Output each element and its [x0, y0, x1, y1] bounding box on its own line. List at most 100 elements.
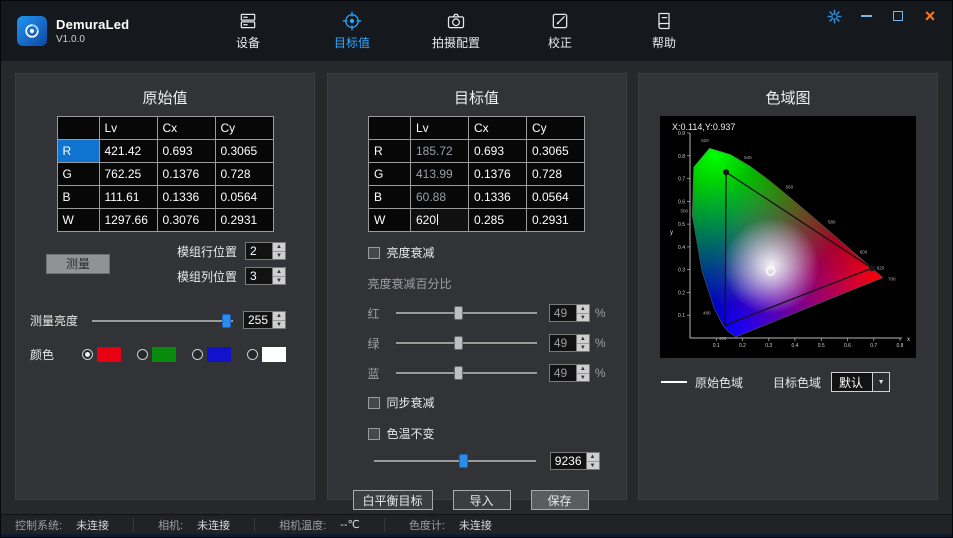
measure-brightness-spinner[interactable]: 255▲▼ [243, 311, 286, 329]
channel-blue-decay-spinner[interactable]: 49▲▼ [549, 364, 590, 382]
slider-handle[interactable] [459, 454, 468, 468]
cell-G-Lv[interactable]: 413.99 [411, 163, 469, 186]
spin-up-icon[interactable]: ▲ [273, 268, 285, 276]
cell-B-Cx[interactable]: 0.1336 [157, 186, 215, 209]
spin-up-icon[interactable]: ▲ [577, 335, 589, 343]
color-option-blue[interactable] [192, 347, 231, 362]
svg-text:0.5: 0.5 [818, 343, 825, 349]
row-header-G[interactable]: G [57, 163, 99, 186]
svg-text:0.3: 0.3 [678, 268, 685, 274]
row-header-G[interactable]: G [369, 163, 411, 186]
spin-down-icon[interactable]: ▼ [577, 343, 589, 352]
cell-G-Cx[interactable]: 0.1376 [469, 163, 527, 186]
cell-B-Cy[interactable]: 0.0564 [215, 186, 273, 209]
measure-button[interactable]: 测量 [46, 254, 110, 274]
cell-W-Lv[interactable]: 620 [411, 209, 469, 232]
row-header-W[interactable]: W [57, 209, 99, 232]
cell-G-Cx[interactable]: 0.1376 [157, 163, 215, 186]
cell-R-Lv[interactable]: 185.72 [411, 140, 469, 163]
cell-B-Cx[interactable]: 0.1336 [469, 186, 527, 209]
cell-W-Cy[interactable]: 0.2931 [527, 209, 585, 232]
cell-W-Cx[interactable]: 0.285 [469, 209, 527, 232]
nav-item-help[interactable]: 帮助 [640, 11, 688, 51]
svg-text:540: 540 [744, 155, 752, 160]
column-header-Cx: Cx [157, 117, 215, 140]
app-version: V1.0.0 [56, 34, 129, 45]
slider-handle[interactable] [454, 366, 463, 380]
color-option-red[interactable] [82, 347, 121, 362]
module-col-spinner[interactable]: 3▲▼ [245, 267, 286, 285]
spin-up-icon[interactable]: ▲ [273, 243, 285, 251]
row-header-W[interactable]: W [369, 209, 411, 232]
cct-spinner[interactable]: 9236▲▼ [550, 452, 600, 470]
slider-handle[interactable] [454, 306, 463, 320]
radio-red[interactable] [82, 349, 93, 360]
spin-down-icon[interactable]: ▼ [577, 313, 589, 322]
titlebar: DemuraLed V1.0.0 设备目标值拍摄配置校正帮助 × [1, 1, 952, 61]
cell-R-Cy[interactable]: 0.3065 [215, 140, 273, 163]
save-button[interactable]: 保存 [531, 490, 589, 510]
channel-green-decay-spinner[interactable]: 49▲▼ [549, 334, 590, 352]
nav-item-target-value[interactable]: 目标值 [328, 11, 376, 51]
cell-G-Cy[interactable]: 0.728 [215, 163, 273, 186]
status-item-1: 相机:未连接 [134, 518, 255, 532]
row-header-B[interactable]: B [369, 186, 411, 209]
white-balance-target-button[interactable]: 白平衡目标 [353, 490, 433, 510]
channel-red-decay-spinner[interactable]: 49▲▼ [549, 304, 590, 322]
spin-down-icon[interactable]: ▼ [273, 320, 285, 329]
cie-chromaticity-chart[interactable]: 0.10.20.30.40.50.60.70.80.10.20.30.40.50… [660, 116, 916, 358]
maximize-button[interactable] [890, 8, 906, 24]
slider-handle[interactable] [222, 314, 231, 328]
minimize-icon [861, 15, 872, 17]
color-option-white[interactable] [247, 347, 286, 362]
original-gamut-line-sample [661, 381, 687, 383]
spin-up-icon[interactable]: ▲ [577, 305, 589, 313]
nav-item-device[interactable]: 设备 [224, 11, 272, 51]
cell-W-Cy[interactable]: 0.2931 [215, 209, 273, 232]
minimize-button[interactable] [858, 8, 874, 24]
cct-slider[interactable] [374, 453, 536, 469]
measure-brightness-slider[interactable] [92, 313, 233, 329]
cell-B-Lv[interactable]: 111.61 [99, 186, 157, 209]
nav-item-calibration[interactable]: 校正 [536, 11, 584, 51]
spin-up-icon[interactable]: ▲ [273, 312, 285, 320]
slider-handle[interactable] [454, 336, 463, 350]
spin-down-icon[interactable]: ▼ [273, 276, 285, 285]
row-header-R[interactable]: R [57, 140, 99, 163]
sync-decay-checkbox[interactable] [368, 397, 380, 409]
spin-up-icon[interactable]: ▲ [587, 453, 599, 461]
cell-R-Lv[interactable]: 421.42 [99, 140, 157, 163]
cell-W-Cx[interactable]: 0.3076 [157, 209, 215, 232]
cell-B-Lv[interactable]: 60.88 [411, 186, 469, 209]
cell-G-Lv[interactable]: 762.25 [99, 163, 157, 186]
radio-white[interactable] [247, 349, 258, 360]
cell-B-Cy[interactable]: 0.0564 [527, 186, 585, 209]
row-header-R[interactable]: R [369, 140, 411, 163]
percent-suffix: % [595, 336, 606, 350]
import-button[interactable]: 导入 [453, 490, 511, 510]
row-header-B[interactable]: B [57, 186, 99, 209]
channel-green-decay-slider[interactable] [396, 335, 537, 351]
spin-down-icon[interactable]: ▼ [587, 461, 599, 470]
nav-item-capture-config[interactable]: 拍摄配置 [432, 11, 480, 51]
radio-blue[interactable] [192, 349, 203, 360]
color-option-green[interactable] [137, 347, 176, 362]
target-gamut-select[interactable]: 默认 ▼ [831, 372, 890, 392]
channel-blue-decay-slider[interactable] [396, 365, 537, 381]
cell-R-Cx[interactable]: 0.693 [157, 140, 215, 163]
module-row-spinner[interactable]: 2▲▼ [245, 242, 286, 260]
cell-W-Lv[interactable]: 1297.66 [99, 209, 157, 232]
settings-gear-icon[interactable] [826, 8, 842, 24]
cell-R-Cx[interactable]: 0.693 [469, 140, 527, 163]
radio-green[interactable] [137, 349, 148, 360]
close-button[interactable]: × [922, 8, 938, 24]
sync-decay-label: 同步衰减 [387, 394, 435, 411]
spin-up-icon[interactable]: ▲ [577, 365, 589, 373]
channel-red-decay-slider[interactable] [396, 305, 537, 321]
spin-down-icon[interactable]: ▼ [577, 373, 589, 382]
luma-decay-checkbox[interactable] [368, 247, 380, 259]
cell-G-Cy[interactable]: 0.728 [527, 163, 585, 186]
spin-down-icon[interactable]: ▼ [273, 251, 285, 260]
cell-R-Cy[interactable]: 0.3065 [527, 140, 585, 163]
cct-checkbox[interactable] [368, 428, 380, 440]
